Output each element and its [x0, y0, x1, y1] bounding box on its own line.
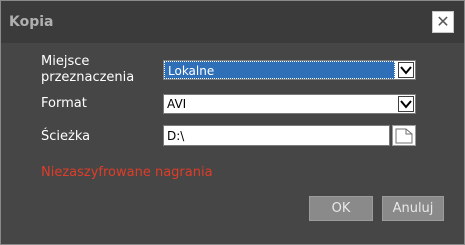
cancel-button[interactable]: Anuluj: [382, 196, 444, 221]
format-value: AVI: [167, 97, 187, 111]
destination-value: Lokalne: [164, 61, 395, 79]
close-icon: ✕: [436, 12, 450, 31]
folder-icon: [395, 128, 413, 144]
ok-button[interactable]: OK: [309, 196, 373, 221]
dialog-title: Kopia: [9, 14, 54, 30]
close-button[interactable]: ✕: [432, 11, 454, 33]
destination-label: Miejsce przeznaczenia: [41, 54, 135, 85]
path-label: Ścieżka: [41, 129, 91, 144]
path-input[interactable]: D:\: [163, 125, 390, 146]
destination-select[interactable]: Lokalne: [163, 60, 416, 80]
format-select[interactable]: AVI: [163, 94, 416, 114]
unencrypted-warning: Niezaszyfrowane nagrania: [41, 165, 213, 180]
browse-button[interactable]: [392, 125, 416, 146]
dialog-titlebar: Kopia ✕: [1, 1, 464, 43]
chevron-down-icon[interactable]: [398, 96, 414, 112]
backup-dialog: Kopia ✕ Miejsce przeznaczenia Lokalne Fo…: [0, 0, 465, 245]
format-label: Format: [41, 96, 87, 111]
path-value: D:\: [167, 129, 185, 143]
chevron-down-icon[interactable]: [398, 62, 414, 78]
